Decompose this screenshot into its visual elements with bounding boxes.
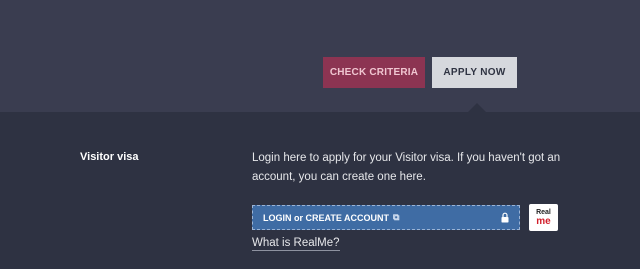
realme-logo-text-bottom: me — [536, 215, 551, 227]
check-criteria-button[interactable]: CHECK CRITERIA — [323, 57, 425, 88]
what-is-realme-link[interactable]: What is RealMe? — [252, 236, 340, 251]
external-link-icon: ⧉ — [393, 212, 400, 222]
apply-now-button[interactable]: APPLY NOW — [432, 57, 517, 88]
section-description: Login here to apply for your Visitor vis… — [252, 152, 561, 183]
section-title: Visitor visa — [80, 151, 139, 163]
login-button-label: LOGIN or CREATE ACCOUNT — [263, 212, 389, 223]
login-create-account-button[interactable]: LOGIN or CREATE ACCOUNT ⧉ — [252, 205, 520, 230]
active-tab-pointer — [468, 103, 486, 112]
header-band: CHECK CRITERIA APPLY NOW — [0, 0, 640, 112]
lock-icon — [501, 212, 509, 223]
realme-logo[interactable]: Real me — [529, 204, 558, 231]
